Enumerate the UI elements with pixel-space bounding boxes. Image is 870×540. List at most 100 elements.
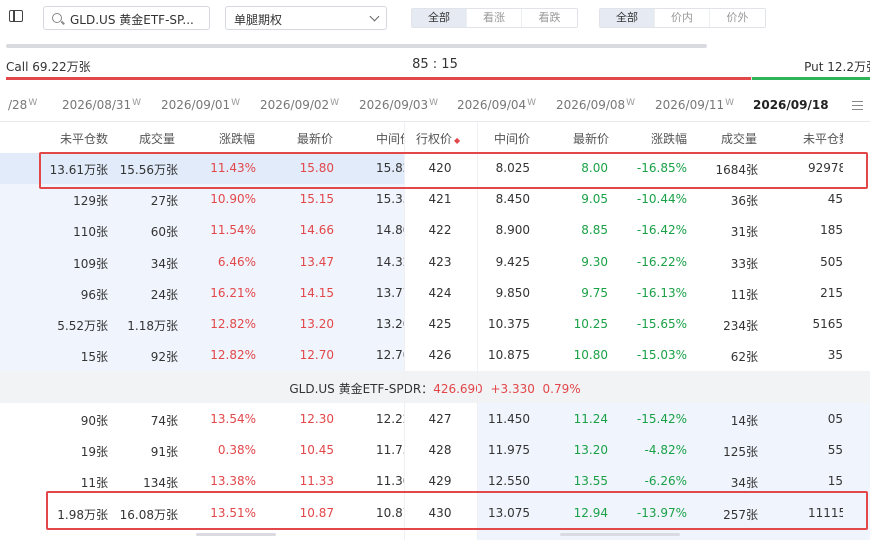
direction-filter: 全部 看涨 看跌	[411, 8, 578, 28]
symbol-search-input[interactable]: GLD.US 黄金ETF-SP...	[43, 6, 210, 30]
cell-put-last: 11.24	[573, 412, 608, 426]
cell-strike: 423	[428, 254, 452, 269]
direction-option-call[interactable]: 看涨	[467, 9, 522, 27]
date-tab[interactable]: 2026/08/31W	[62, 98, 141, 112]
cell-strike: 421	[428, 192, 452, 207]
header-call-change: 涨跌幅	[219, 132, 256, 146]
cell-call-mid: 11.750	[376, 443, 404, 458]
cell-put-mid: 12.550	[488, 474, 530, 489]
date-tab[interactable]: 2026/09/11W	[655, 98, 734, 112]
header-strike[interactable]: 行权价 ◆	[416, 130, 460, 147]
cell-put-chg: -15.03%	[636, 348, 687, 363]
cell-put-chg: -6.26%	[644, 474, 687, 489]
underlying-info: GLD.US 黄金ETF-SPDR：426.690 +3.330 0.79%	[0, 380, 870, 397]
cell-call-last: 11.33	[299, 474, 334, 489]
cell-put-mid: 9.850	[495, 285, 530, 300]
cell-put-oi: 15	[827, 474, 843, 489]
header-call-last: 最新价	[297, 132, 334, 146]
sort-icon: ◆	[454, 136, 461, 145]
cell-call-vol: 91张	[150, 445, 178, 460]
cell-call-mid: 13.775	[376, 285, 404, 300]
date-tab[interactable]: 2026/09/04W	[457, 98, 536, 112]
cell-put-chg: -16.22%	[636, 254, 687, 269]
cell-call-last: 14.66	[299, 223, 334, 238]
option-chain-row[interactable]: 109张 34张 6.46% 13.47 14.325 423 9.425 9.30 -16.2…	[0, 247, 870, 278]
cell-put-last: 9.30	[581, 254, 608, 269]
cell-call-oi: 11张	[80, 476, 108, 491]
cell-put-vol: 14张	[730, 414, 758, 428]
cell-put-last: 13.20	[573, 443, 608, 458]
cell-call-oi: 90张	[80, 414, 108, 428]
date-tab[interactable]: 2026/09/08W	[556, 98, 635, 112]
cell-put-mid: 8.450	[495, 192, 530, 207]
cell-call-oi: 109张	[73, 256, 108, 271]
cell-call-oi: 96张	[80, 287, 108, 302]
header-call-volume: 成交量	[139, 132, 176, 146]
cell-call-vol: 74张	[150, 414, 178, 428]
cell-put-oi: 215	[820, 285, 843, 300]
moneyness-option-itm[interactable]: 价内	[655, 9, 710, 27]
strategy-select[interactable]: 单腿期权	[225, 6, 387, 30]
cell-call-vol: 24张	[150, 287, 178, 302]
cell-put-vol: 11张	[730, 287, 758, 302]
menu-icon[interactable]	[852, 101, 863, 110]
scrollbar-thumb[interactable]	[560, 533, 680, 536]
cell-put-chg: -16.42%	[636, 223, 687, 238]
cell-call-chg: 13.54%	[210, 412, 256, 426]
option-chain-row[interactable]: 15张 92张 12.82% 12.70 12.700 426 10.875 10.80 -15…	[0, 340, 870, 371]
moneyness-option-all[interactable]: 全部	[600, 9, 655, 27]
cell-strike: 422	[428, 223, 452, 238]
cell-put-oi: 45	[827, 192, 843, 207]
cell-put-last: 10.80	[573, 348, 608, 363]
header-put-oi: 未平仓数	[803, 132, 843, 146]
chevron-down-icon	[369, 11, 380, 22]
call-put-ratio: Call 69.22万张 85 : 15 Put 12.2万张	[0, 56, 870, 76]
horizontal-scrollbar[interactable]	[6, 44, 707, 48]
cell-put-mid: 10.875	[488, 348, 530, 363]
scrollbar-thumb[interactable]	[196, 533, 276, 536]
cell-strike: 426	[428, 348, 452, 363]
header-call-mid: 中间价	[376, 132, 404, 146]
option-chain-row[interactable]: 90张 74张 13.54% 12.30 12.225 427 11.450 11.24 -15…	[0, 404, 870, 435]
ratio-bar	[6, 77, 870, 80]
cell-strike: 425	[428, 317, 452, 331]
date-tab[interactable]: 2026/09/01W	[161, 98, 240, 112]
option-chain-row[interactable]: 96张 24张 16.21% 14.15 13.775 424 9.850 9.75 -16.1…	[0, 278, 870, 309]
cell-call-oi: 129张	[73, 194, 108, 209]
cell-call-chg: 10.90%	[210, 192, 256, 207]
date-tab[interactable]: /28W	[8, 98, 37, 112]
option-chain-row[interactable]: 5.52万张 1.18万张 12.82% 13.20 13.200 425 10.375 10…	[0, 309, 870, 340]
highlight-box	[46, 491, 868, 530]
header-put-last: 最新价	[573, 132, 610, 146]
cell-put-vol: 62张	[730, 350, 758, 365]
moneyness-option-otm[interactable]: 价外	[710, 9, 765, 27]
option-chain-row[interactable]: 110张 60张 11.54% 14.66 14.800 422 8.900 8.85 -16.…	[0, 215, 870, 246]
header-put-change: 涨跌幅	[651, 132, 688, 146]
cell-call-mid: 14.800	[376, 223, 404, 238]
cell-call-chg: 12.82%	[210, 317, 256, 331]
cell-put-chg: -15.65%	[636, 317, 687, 331]
underlying-price: 426.690	[433, 382, 483, 396]
cell-call-mid: 11.300	[376, 474, 404, 489]
cell-put-vol: 33张	[730, 256, 758, 271]
highlight-box	[39, 152, 868, 189]
date-tab[interactable]: 2026/09/03W	[359, 98, 438, 112]
cell-put-chg: -16.13%	[636, 285, 687, 300]
cell-put-oi: 35	[827, 348, 843, 363]
cell-call-mid: 12.700	[376, 348, 404, 363]
cell-call-last: 15.15	[299, 192, 334, 207]
cell-call-mid: 12.225	[376, 412, 404, 426]
cell-call-mid: 14.325	[376, 254, 404, 269]
direction-option-all[interactable]: 全部	[412, 9, 467, 27]
option-chain-row[interactable]: 19张 91张 0.38% 10.45 11.750 428 11.975 13.20 -4.8…	[0, 435, 870, 466]
date-tab[interactable]: 2026/09/02W	[260, 98, 339, 112]
cell-call-vol: 34张	[150, 256, 178, 271]
cell-put-chg: -10.44%	[636, 192, 687, 207]
cell-call-vol: 1.18万张	[127, 319, 178, 333]
cell-put-last: 10.25	[573, 317, 608, 331]
direction-option-put[interactable]: 看跌	[522, 9, 577, 27]
sidebar-toggle-icon[interactable]	[9, 10, 23, 22]
cell-put-vol: 31张	[730, 225, 758, 240]
underlying-change: +3.330	[490, 382, 535, 396]
date-tab-active[interactable]: 2026/09/18	[753, 98, 829, 112]
